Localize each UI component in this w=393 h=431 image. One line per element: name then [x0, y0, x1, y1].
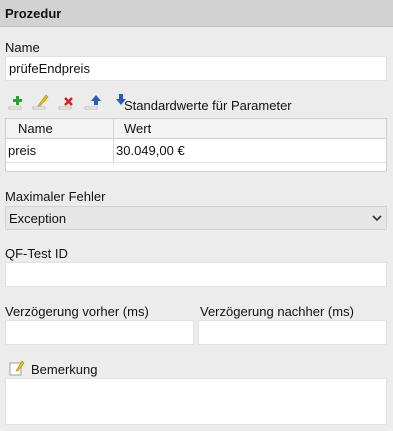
- delay-after-input[interactable]: [198, 320, 387, 345]
- pencil-icon: [32, 94, 49, 110]
- name-input[interactable]: prüfeEndpreis: [5, 56, 387, 81]
- max-error-value: Exception: [9, 211, 67, 226]
- delay-before-input[interactable]: [5, 320, 194, 345]
- edit-parameter-button[interactable]: [32, 94, 50, 110]
- chevron-down-icon: [372, 215, 382, 222]
- cell-wert[interactable]: 30.049,00 €: [114, 139, 386, 162]
- comment-textarea[interactable]: [5, 378, 387, 425]
- column-header-name[interactable]: Name: [6, 119, 114, 138]
- cell-name[interactable]: preis: [6, 139, 114, 162]
- parameter-defaults-label: Standardwerte für Parameter: [124, 98, 292, 113]
- arrow-up-icon: [84, 95, 101, 110]
- table-row[interactable]: preis 30.049,00 €: [6, 139, 386, 163]
- plus-icon: [8, 96, 22, 110]
- delete-x-icon: [58, 97, 73, 110]
- column-header-wert[interactable]: Wert: [114, 119, 386, 138]
- panel-header: Prozedur: [0, 0, 393, 27]
- qftest-id-label: QF-Test ID: [5, 246, 68, 261]
- add-parameter-button[interactable]: [8, 94, 26, 110]
- move-up-button[interactable]: [84, 94, 102, 110]
- table-header: Name Wert: [6, 119, 386, 139]
- panel-title: Prozedur: [5, 6, 62, 21]
- delete-parameter-button[interactable]: [58, 94, 76, 110]
- delay-after-label: Verzögerung nachher (ms): [200, 304, 354, 319]
- name-label: Name: [5, 40, 40, 55]
- comment-label: Bemerkung: [31, 362, 98, 377]
- max-error-label: Maximaler Fehler: [5, 189, 106, 204]
- qftest-id-input[interactable]: [5, 262, 387, 287]
- pencil-note-icon[interactable]: [9, 360, 25, 376]
- max-error-select[interactable]: Exception: [5, 206, 387, 230]
- delay-before-label: Verzögerung vorher (ms): [5, 304, 149, 319]
- parameter-table[interactable]: Name Wert preis 30.049,00 €: [5, 118, 387, 172]
